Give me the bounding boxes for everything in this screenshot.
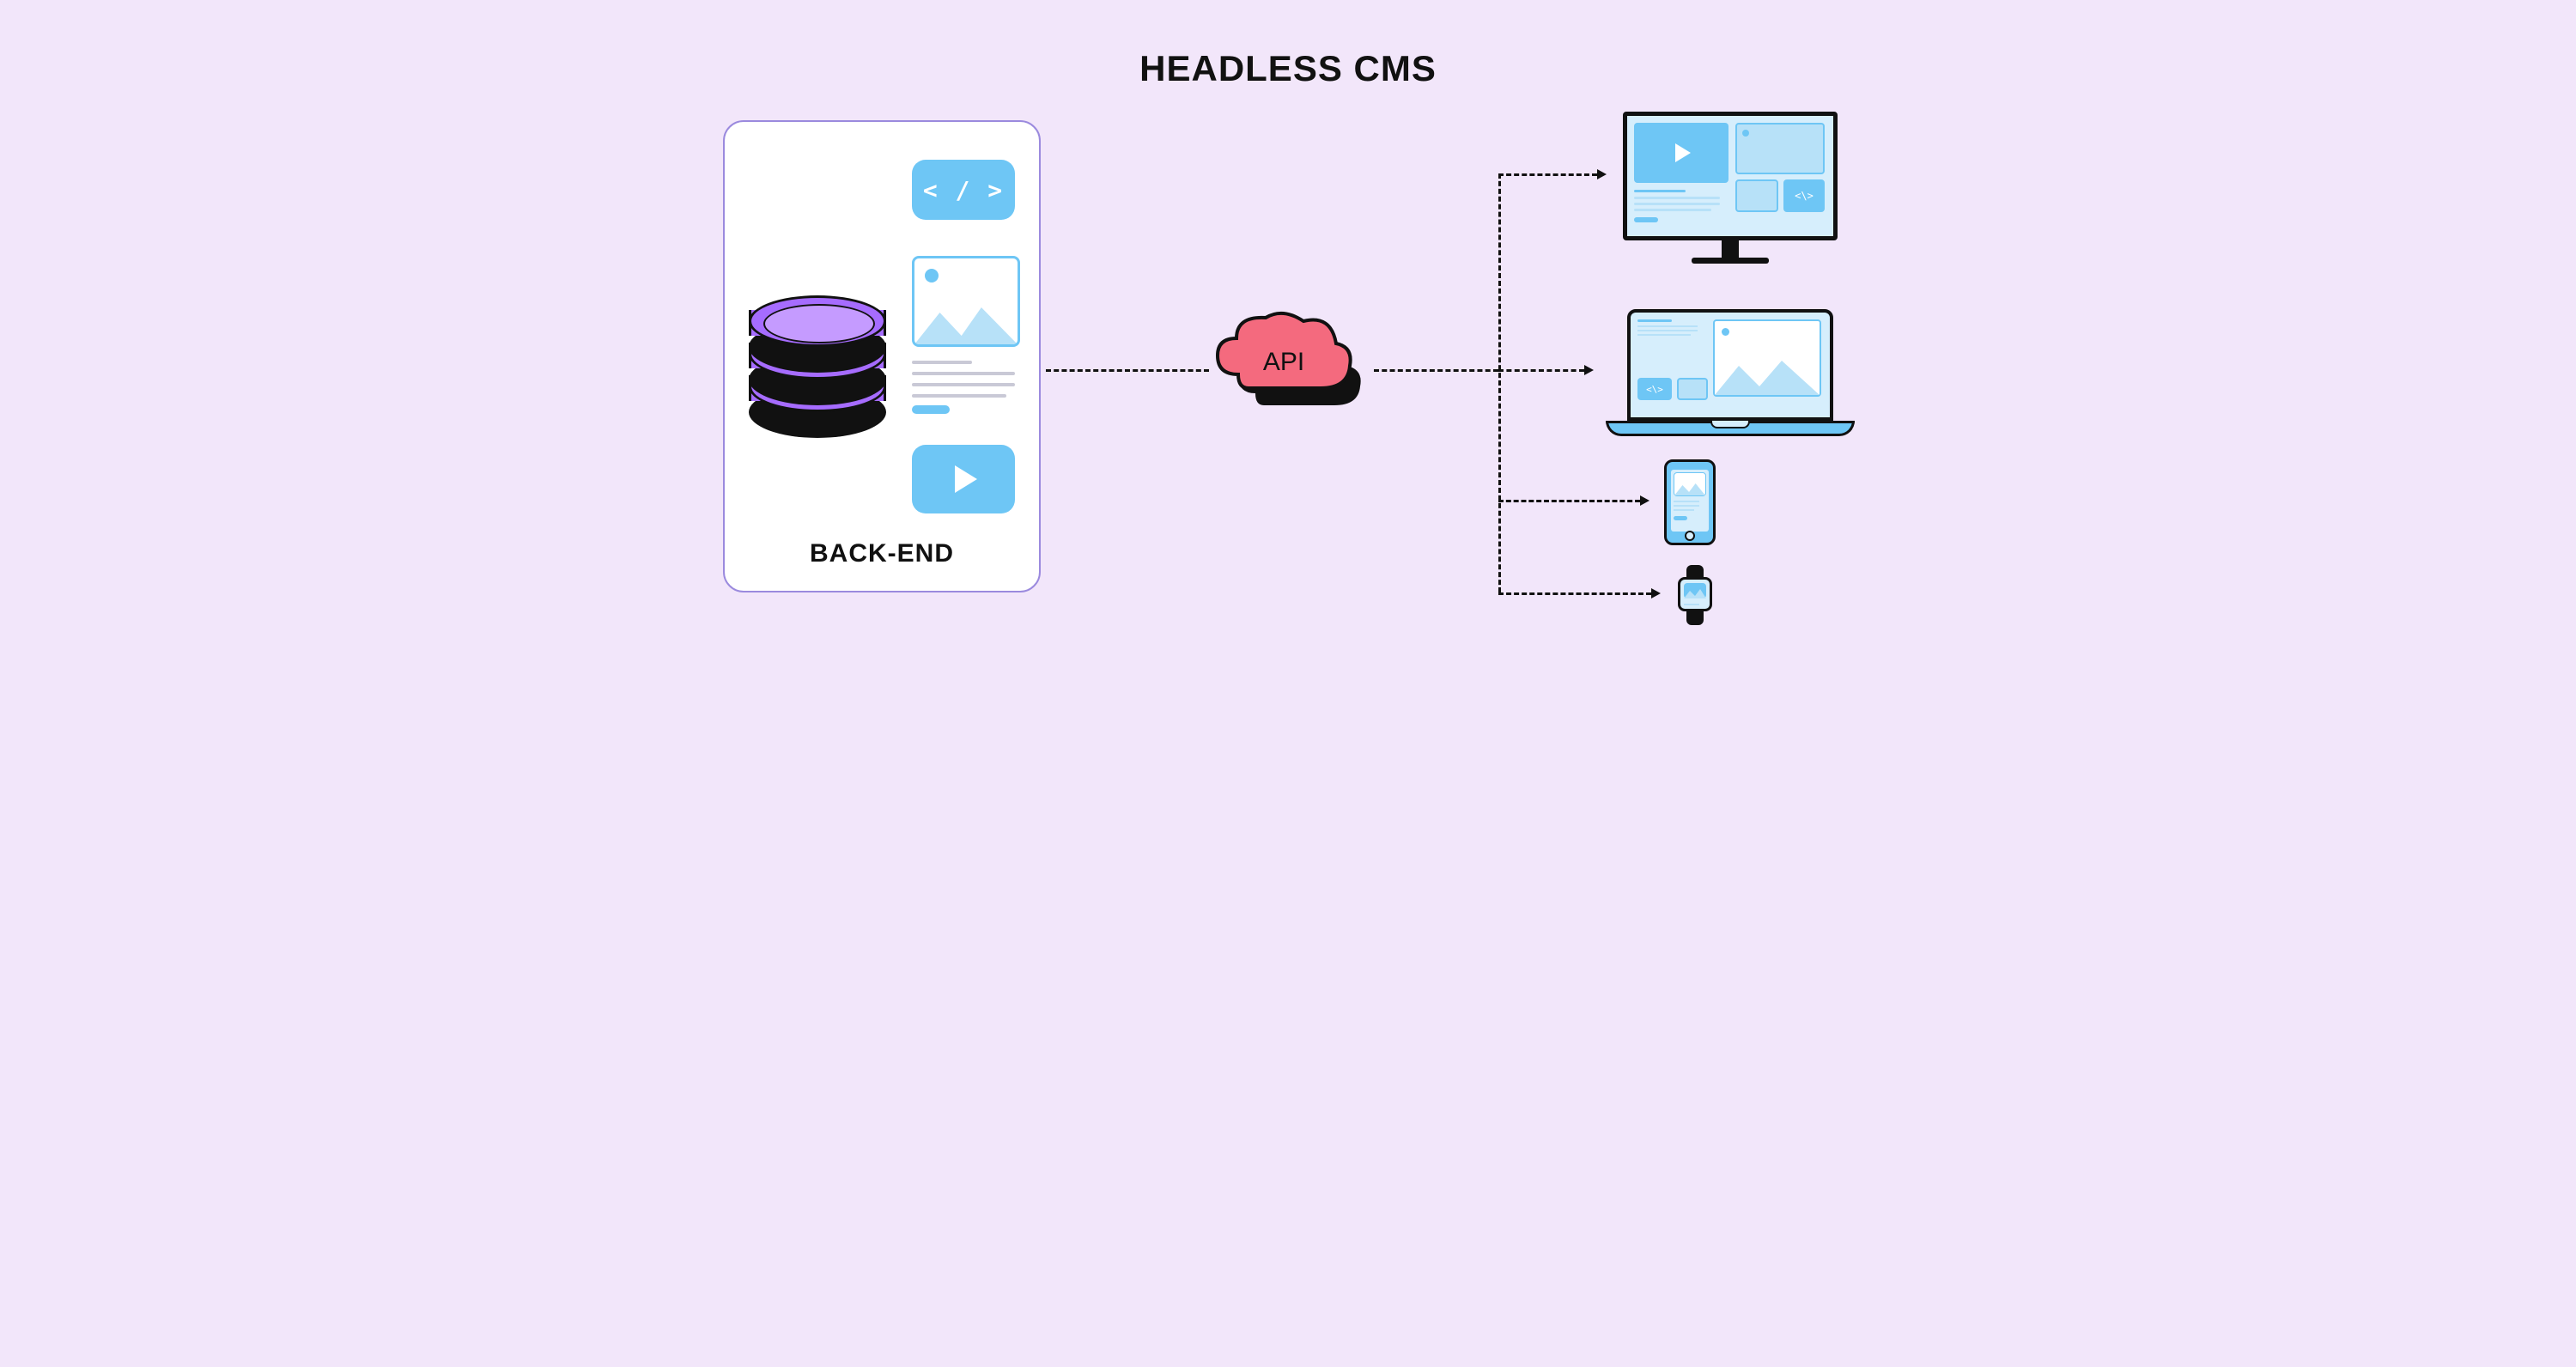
desktop-monitor-icon: <\> (1623, 112, 1838, 258)
laptop-icon: <\> (1606, 309, 1855, 447)
connector-to-desktop (1498, 173, 1597, 176)
arrowhead-phone-icon (1640, 495, 1649, 506)
arrowhead-watch-icon (1651, 588, 1661, 598)
api-label: API (1211, 309, 1357, 404)
arrowhead-laptop-icon (1584, 365, 1594, 375)
connector-trunk (1498, 173, 1501, 592)
connector-backend-to-api (1046, 369, 1209, 372)
code-tile-icon: < / > (912, 160, 1015, 220)
text-lines-icon (912, 361, 1015, 422)
smartwatch-icon (1674, 565, 1716, 625)
backend-card: < / > BACK-END (723, 120, 1041, 592)
arrowhead-desktop-icon (1597, 169, 1607, 179)
api-node: API (1211, 309, 1374, 429)
diagram-title: HEADLESS CMS (644, 48, 1932, 89)
image-tile-icon (912, 256, 1020, 347)
smartphone-icon (1664, 459, 1716, 545)
database-icon (749, 294, 886, 422)
video-tile-icon (912, 445, 1015, 513)
diagram-canvas: HEADLESS CMS < / > (644, 0, 1932, 684)
connector-to-phone (1498, 500, 1640, 502)
connector-to-watch (1498, 592, 1651, 595)
code-symbol: < / > (923, 176, 1004, 204)
connector-to-laptop (1498, 369, 1584, 372)
connector-api-out (1374, 369, 1498, 372)
backend-label: BACK-END (725, 539, 1039, 568)
